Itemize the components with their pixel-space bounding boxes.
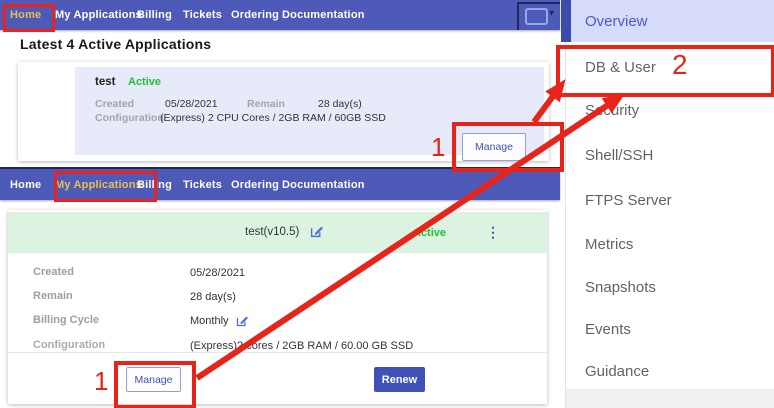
row-remain-value: 28 day(s) [190, 291, 236, 303]
row-configuration-label: Configuration [33, 339, 105, 351]
edit-title-icon[interactable] [310, 225, 323, 243]
sidebar-active-indicator [561, 0, 571, 42]
status-badge-2: Active [413, 227, 446, 239]
nav-documentation-2[interactable]: Documentation [282, 169, 365, 200]
row-created-value: 05/28/2021 [190, 267, 245, 279]
renew-button[interactable]: Renew [374, 367, 425, 392]
screenshot-canvas: Home My Applications Billing Tickets Ord… [0, 0, 774, 408]
row-billing-cycle-label: Billing Cycle [33, 314, 99, 326]
configuration-value: (Express) 2 CPU Cores / 2GB RAM / 60GB S… [160, 112, 386, 124]
button-row-divider [8, 352, 547, 353]
nav-tickets-2[interactable]: Tickets [183, 169, 222, 200]
nav-ordering[interactable]: Ordering [231, 0, 279, 30]
app-sidebar: Overview DB & User Security Shell/SSH FT… [565, 0, 774, 408]
sidebar-item-db-user[interactable]: DB & User [585, 59, 656, 76]
more-options-icon[interactable]: ⋮ [486, 225, 500, 239]
created-value: 05/28/2021 [165, 98, 218, 110]
sidebar-item-ftps-server[interactable]: FTPS Server [585, 192, 672, 209]
nav-billing-2[interactable]: Billing [137, 169, 172, 200]
avatar-icon [525, 8, 548, 25]
application-name: test [95, 76, 115, 88]
chevron-down-icon: ▾ [549, 9, 554, 19]
sidebar-item-security[interactable]: Security [585, 102, 639, 119]
application-card: test Active Created 05/28/2021 Remain 28… [18, 62, 549, 161]
edit-billing-cycle-icon[interactable] [236, 314, 248, 332]
sidebar-item-overview[interactable]: Overview [585, 13, 648, 30]
nav-home[interactable]: Home [10, 0, 41, 30]
remain-label: Remain [247, 98, 285, 110]
nav-documentation[interactable]: Documentation [282, 0, 365, 30]
nav-tickets[interactable]: Tickets [183, 0, 222, 30]
nav-billing[interactable]: Billing [137, 0, 172, 30]
row-configuration-value: (Express)2 cores / 2GB RAM / 60.00 GB SS… [190, 340, 413, 352]
application-title: test(v10.5) [245, 226, 299, 238]
sidebar-item-events[interactable]: Events [585, 321, 631, 338]
card-header: test(v10.5) Active ⋮ [8, 212, 547, 253]
bottom-navbar: Home My Applications Billing Tickets Ord… [0, 169, 560, 200]
nav-home-2[interactable]: Home [10, 169, 41, 200]
nav-my-applications[interactable]: My Applications [55, 0, 142, 30]
nav-my-applications-2[interactable]: My Applications [55, 169, 142, 200]
nav-ordering-2[interactable]: Ordering [231, 169, 279, 200]
sidebar-item-shell-ssh[interactable]: Shell/SSH [585, 147, 653, 164]
top-navbar: Home My Applications Billing Tickets Ord… [0, 0, 560, 30]
row-created-label: Created [33, 266, 74, 278]
remain-value: 28 day(s) [318, 98, 362, 110]
sidebar-item-guidance[interactable]: Guidance [585, 363, 649, 380]
sidebar-item-metrics[interactable]: Metrics [585, 236, 633, 253]
row-remain-label: Remain [33, 290, 73, 302]
configuration-label: Configuration [95, 112, 164, 124]
account-menu-button[interactable]: ▾ [517, 2, 560, 30]
status-badge: Active [128, 76, 161, 88]
page-title: Latest 4 Active Applications [20, 36, 211, 52]
manage-button-2[interactable]: Manage [126, 367, 181, 392]
application-detail-card: test(v10.5) Active ⋮ Created 05/28/2021 … [8, 210, 547, 404]
row-billing-cycle-value: Monthly [190, 315, 229, 327]
sidebar-footer-strip [566, 390, 774, 408]
manage-button[interactable]: Manage [462, 133, 526, 161]
created-label: Created [95, 98, 134, 110]
sidebar-item-snapshots[interactable]: Snapshots [585, 279, 656, 296]
